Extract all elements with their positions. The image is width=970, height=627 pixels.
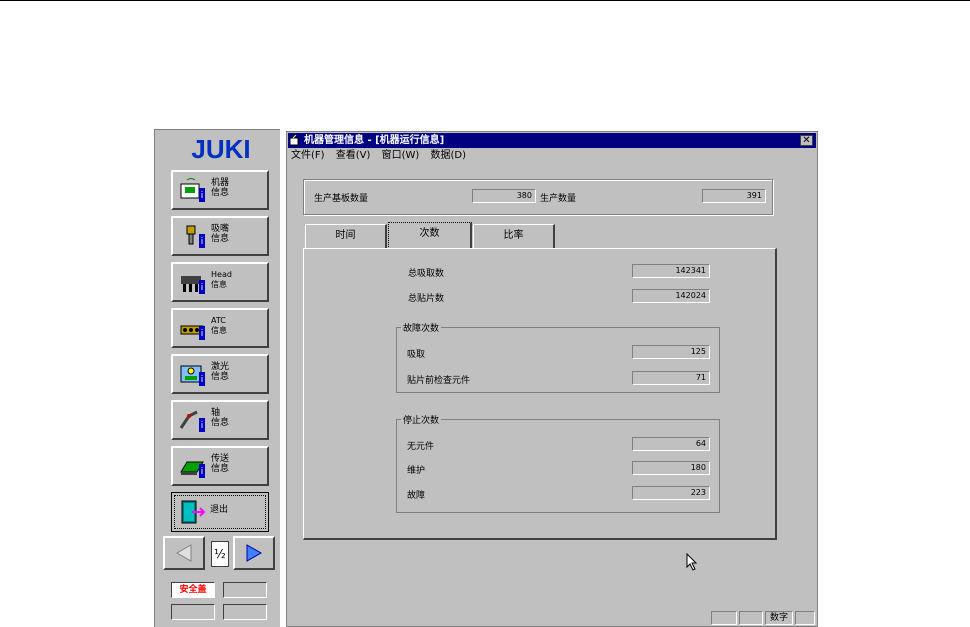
production-summary-group: 生产基板数量 380 生产数量 391 (303, 179, 773, 215)
svg-text:JUKI: JUKI (191, 136, 250, 162)
counts-tab-panel: 总吸取数 142341 总贴片数 142024 故障次数 吸取 125 贴片前检… (303, 248, 777, 540)
atc-info-icon: i (180, 325, 205, 340)
mouse-pointer-icon (686, 553, 698, 571)
tab-counts[interactable]: 次数 (388, 222, 472, 249)
nav-laser-info-button[interactable]: i 激光 信息 (171, 354, 269, 394)
app-icon (290, 135, 299, 146)
status-cell (711, 611, 737, 625)
menu-window[interactable]: 窗口(W) (382, 150, 420, 161)
nav-label: 激光 信息 (211, 362, 230, 382)
total-pickup-field: 142341 (632, 264, 710, 278)
menu-view[interactable]: 查看(V) (336, 150, 371, 161)
svg-text:i: i (201, 283, 204, 293)
nav-label: 传送 信息 (211, 454, 230, 474)
nav-label: 轴 信息 (211, 408, 230, 428)
nav-label: 机器 信息 (211, 178, 230, 198)
no-part-label: 无元件 (407, 442, 435, 452)
svg-text:i: i (201, 375, 204, 385)
error-count-title: 故障次数 (401, 321, 442, 334)
precheck-error-field: 71 (632, 371, 710, 385)
nav-atc-info-button[interactable]: i ATC 信息 (171, 308, 269, 348)
boards-produced-field: 380 (472, 189, 536, 203)
nav-nozzle-info-button[interactable]: i 吸嘴 信息 (171, 216, 269, 256)
conveyor-info-icon: i (180, 461, 205, 478)
status-cell (739, 611, 763, 625)
exit-button[interactable]: 退出 (171, 492, 269, 532)
tab-ratio[interactable]: 比率 (473, 224, 555, 248)
exit-icon (181, 500, 206, 524)
nav-label: ATC 信息 (211, 316, 227, 335)
status-indicator (223, 604, 267, 620)
status-bar: 数字 (289, 611, 815, 625)
fault-field: 223 (632, 486, 710, 500)
fault-label: 故障 (407, 491, 426, 501)
menu-file[interactable]: 文件(F) (291, 150, 325, 161)
svg-text:i: i (201, 329, 204, 339)
nav-axis-info-button[interactable]: i 轴 信息 (171, 400, 269, 440)
stop-count-title: 停止次数 (401, 413, 442, 426)
svg-text:i: i (201, 237, 204, 247)
axis-info-icon: i (179, 410, 205, 432)
total-mount-label: 总贴片数 (408, 294, 445, 304)
page-indicator: ½ (211, 541, 229, 567)
safety-cover-indicator: 安全盖 (171, 582, 215, 598)
machine-info-icon: i (180, 178, 205, 202)
prev-page-button[interactable] (163, 536, 205, 570)
production-count-label: 生产数量 (540, 194, 577, 204)
stop-count-group: 停止次数 无元件 64 维护 180 故障 223 (396, 413, 720, 513)
menu-data[interactable]: 数据(D) (430, 150, 466, 161)
svg-text:i: i (201, 467, 204, 477)
status-indicator (171, 604, 215, 620)
pickup-error-field: 125 (632, 345, 710, 359)
nav-label: 吸嘴 信息 (211, 224, 230, 244)
precheck-error-label: 贴片前检查元件 (407, 376, 471, 386)
num-lock-indicator: 数字 (765, 611, 793, 625)
nav-conveyor-info-button[interactable]: i 传送 信息 (171, 446, 269, 486)
maintenance-label: 维护 (407, 466, 426, 476)
laser-info-icon: i (180, 365, 205, 386)
next-page-button[interactable] (233, 536, 275, 570)
status-indicator (223, 582, 267, 598)
triangle-right-icon (246, 544, 263, 562)
triangle-left-icon (175, 544, 192, 562)
window-title: 机器管理信息 - [机器运行信息] (304, 135, 445, 146)
status-cell (795, 611, 815, 625)
juki-logo: JUKI (169, 136, 273, 162)
error-count-group: 故障次数 吸取 125 贴片前检查元件 71 (396, 321, 720, 393)
nav-head-info-button[interactable]: i Head 信息 (171, 262, 269, 302)
svg-text:i: i (201, 191, 204, 201)
tab-time[interactable]: 时间 (305, 224, 387, 248)
nav-machine-info-button[interactable]: i 机器 信息 (171, 170, 269, 210)
production-count-field: 391 (702, 189, 766, 203)
total-mount-field: 142024 (632, 289, 710, 303)
nozzle-info-icon: i (186, 225, 205, 248)
no-part-field: 64 (632, 437, 710, 451)
close-button[interactable]: ✕ (800, 135, 813, 146)
head-info-icon: i (181, 276, 205, 294)
nav-label: Head 信息 (211, 270, 232, 289)
boards-produced-label: 生产基板数量 (314, 194, 369, 204)
machine-info-window: 机器管理信息 - [机器运行信息] ✕ 文件(F) 查看(V) 窗口(W) 数据… (286, 131, 818, 627)
window-titlebar[interactable]: 机器管理信息 - [机器运行信息] ✕ (288, 133, 816, 148)
total-pickup-label: 总吸取数 (408, 269, 445, 279)
pickup-error-label: 吸取 (407, 350, 426, 360)
pager: ½ (163, 536, 275, 570)
top-border-line (0, 0, 970, 1)
svg-text:i: i (201, 421, 204, 431)
menu-bar: 文件(F) 查看(V) 窗口(W) 数据(D) (291, 149, 474, 163)
maintenance-field: 180 (632, 461, 710, 475)
left-nav-panel: JUKI i 机器 信息 i 吸嘴 信息 i Head 信息 i ATC 信息 … (154, 129, 280, 627)
nav-label: 退出 (210, 505, 229, 515)
